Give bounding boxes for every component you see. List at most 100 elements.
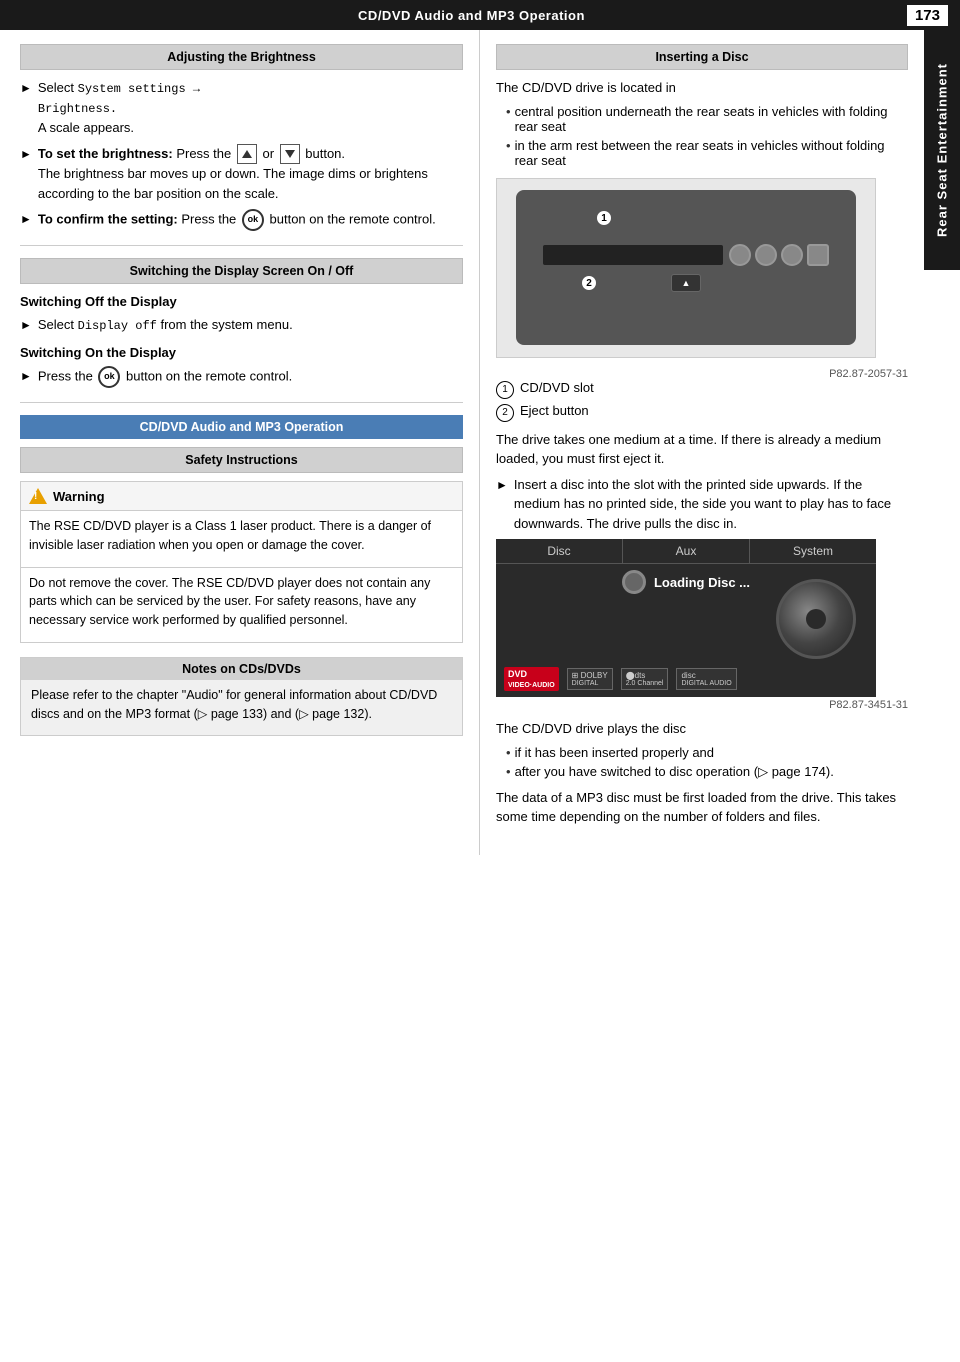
player-tab-aux: Aux [623,539,750,563]
brightness-confirm-label: To confirm the setting: [38,212,178,227]
notes-cds-box: Notes on CDs/DVDs Please refer to the ch… [20,657,463,737]
player-disc-art [776,579,856,659]
arrow-icon-2: ► [20,145,32,204]
player-disc-icon [622,570,646,594]
warning-content-2: Do not remove the cover. The RSE CD/DVD … [21,568,462,642]
ok-btn-2: ok [98,366,120,388]
up-triangle-btn [237,144,257,164]
plays-bullet-1-text: if it has been inserted properly and [515,745,714,760]
down-triangle-btn [280,144,300,164]
disc-bullet-2-text: in the arm rest between the rear seats i… [515,138,908,168]
inserting-disc-section: Inserting a Disc The CD/DVD drive is loc… [496,44,908,827]
switching-display-section: Switching the Display Screen On / Off Sw… [20,258,463,388]
brightness-step2-text: To set the brightness: Press the or butt… [38,144,463,204]
insert-disc-step: ► Insert a disc into the slot with the p… [496,475,908,534]
brightness-code: System settings →Brightness. [38,82,200,116]
device-btn-2 [755,244,777,266]
disc-bullet-1-text: central position underneath the rear sea… [515,104,908,134]
device-btn-3 [781,244,803,266]
cd-dvd-slot-visual [543,245,723,265]
switching-off-step: ► Select Display off from the system men… [20,315,463,335]
callout-1: 1 CD/DVD slot [496,380,908,399]
warning-para-1: The RSE CD/DVD player is a Class 1 laser… [29,517,454,555]
header-title: CD/DVD Audio and MP3 Operation [36,8,907,23]
dolby-logo: ⊞ DOLBY DIGITAL [567,668,613,690]
device-btn-1 [729,244,751,266]
switching-off-heading: Switching Off the Display [20,294,463,309]
adjusting-brightness-header: Adjusting the Brightness [20,44,463,70]
dts-logo: ⬤dts 2.0 Channel [621,668,669,690]
callout-num-2: 2 [496,404,514,422]
brightness-step2: ► To set the brightness: Press the or bu… [20,144,463,204]
left-column: Adjusting the Brightness ► Select System… [0,30,480,855]
disc-drive-image: ▲ 1 2 [496,178,876,358]
player-tab-system: System [750,539,876,563]
bullet-dot-2: • [506,138,511,168]
callout-num-1: 1 [496,381,514,399]
warning-triangle-icon [29,487,47,505]
disc-logo: disc DIGITAL AUDIO [676,668,736,690]
dts-sub: 2.0 Channel [626,680,664,687]
callout-2: 2 Eject button [496,403,908,422]
ok-btn-1: ok [242,209,264,231]
insert-disc-text: Insert a disc into the slot with the pri… [514,475,908,534]
brightness-step3: ► To confirm the setting: Press the ok b… [20,209,463,231]
notes-cds-header: Notes on CDs/DVDs [21,658,462,680]
plays-bullet-2: • after you have switched to disc operat… [496,764,908,780]
dvd-logo-sub: VIDEO·AUDIO [508,682,555,689]
side-tab-label: Rear Seat Entertainment [935,63,950,237]
warning-title: Warning [53,489,105,504]
switching-on-text: Press the ok button on the remote contro… [38,366,463,388]
final-para: The data of a MP3 disc must be first loa… [496,788,908,827]
player-screen-image: Disc Aux System Loading Disc ... DVD VID… [496,539,876,697]
warning-header: Warning [21,482,462,511]
safety-instructions-section: Safety Instructions Warning The RSE CD/D… [20,447,463,643]
device-img-caption: P82.87-2057-31 [496,368,908,380]
inserting-disc-intro: The CD/DVD drive is located in [496,78,908,98]
display-off-code: Display off [78,319,157,333]
header-bar: CD/DVD Audio and MP3 Operation 173 [0,0,960,30]
dolby-sub: DIGITAL [572,680,608,687]
arrow-icon-4: ► [20,316,32,335]
triangle-down-icon [285,150,295,158]
plays-bullet-dot-1: • [506,745,511,760]
page-number: 173 [907,5,948,26]
warning-content-1: The RSE CD/DVD player is a Class 1 laser… [21,511,462,567]
divider-1 [20,245,463,246]
device-body: ▲ 1 2 [516,190,856,345]
dts-text: ⬤dts [626,671,664,680]
bullet-dot-1: • [506,104,511,134]
disc-sub: DIGITAL AUDIO [681,680,731,687]
content-area: Adjusting the Brightness ► Select System… [0,30,924,855]
plays-disc-intro: The CD/DVD drive plays the disc [496,719,908,739]
brightness-step3-text: To confirm the setting: Press the ok but… [38,209,463,231]
adjusting-brightness-section: Adjusting the Brightness ► Select System… [20,44,463,231]
device-top-row [543,244,829,266]
switching-on-heading: Switching On the Display [20,345,463,360]
brightness-step2-label: To set the brightness: [38,146,173,161]
callout-2-circle: 2 [581,275,597,291]
disc-bullet-2: • in the arm rest between the rear seats… [496,138,908,168]
switching-display-header: Switching the Display Screen On / Off [20,258,463,284]
device-btn-rect [807,244,829,266]
brightness-scale-text: A scale appears. [38,120,134,135]
switching-off-text: Select Display off from the system menu. [38,315,463,335]
callout-2-text: Eject button [520,403,589,418]
notes-cds-text: Please refer to the chapter "Audio" for … [31,686,452,724]
warning-box: Warning The RSE CD/DVD player is a Class… [20,481,463,643]
brightness-step1-text: Select System settings →Brightness. A sc… [38,78,463,138]
player-tab-disc: Disc [496,539,623,563]
dolby-text: ⊞ DOLBY [572,671,608,680]
disc-text: disc [681,671,731,680]
player-logos: DVD VIDEO·AUDIO ⊞ DOLBY DIGITAL ⬤dts 2.0… [504,667,737,691]
side-tab: Rear Seat Entertainment [924,30,960,270]
brightness-step1: ► Select System settings →Brightness. A … [20,78,463,138]
notes-cds-content: Please refer to the chapter "Audio" for … [21,680,462,736]
plays-bullet-dot-2: • [506,764,511,780]
inserting-disc-header: Inserting a Disc [496,44,908,70]
plays-bullet-2-text: after you have switched to disc operatio… [515,764,834,780]
triangle-up-icon [242,150,252,158]
eject-button-visual: ▲ [671,274,701,292]
device-bottom-row: ▲ [671,274,701,292]
right-column: Inserting a Disc The CD/DVD drive is loc… [480,30,924,855]
